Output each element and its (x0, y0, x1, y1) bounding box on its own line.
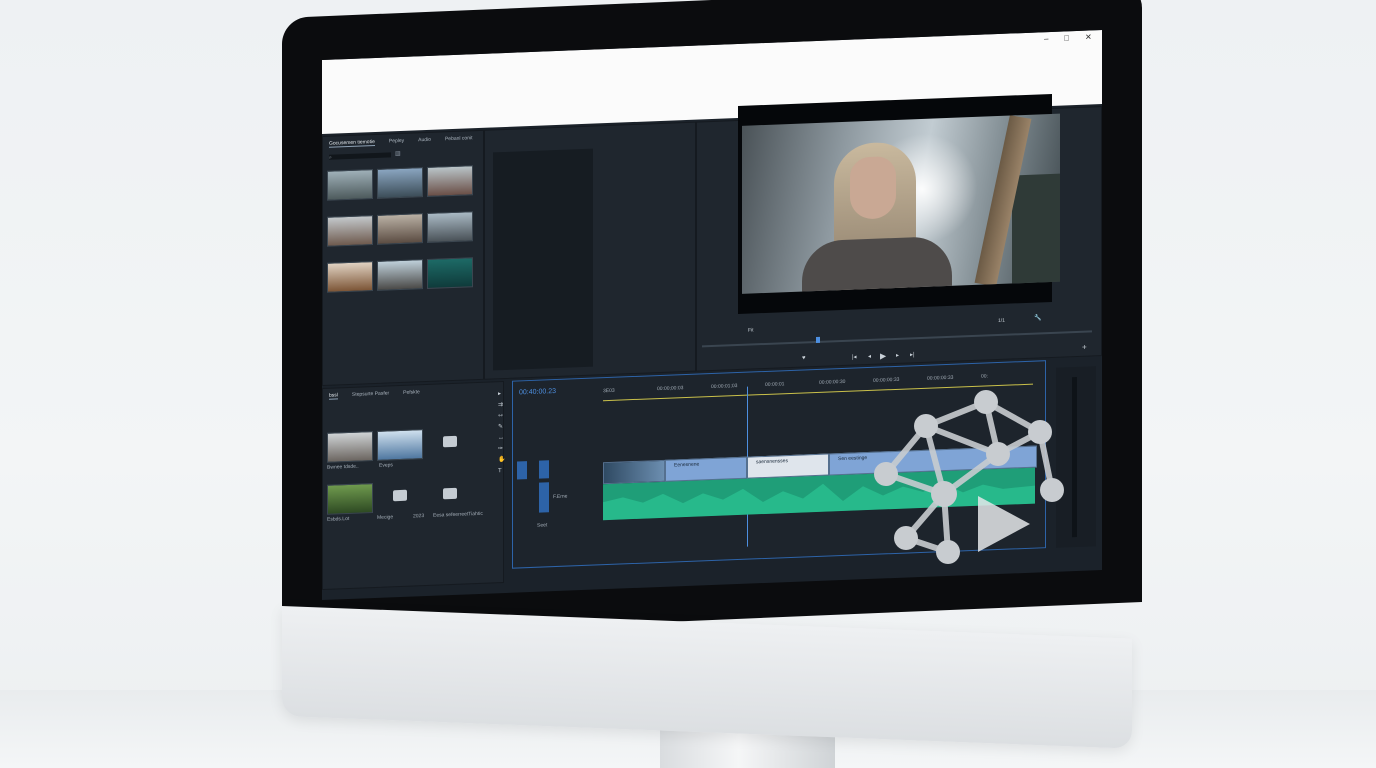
network-logo-icon (874, 390, 1064, 564)
media-thumbnail[interactable] (427, 257, 473, 289)
ruler-tick-label: 3E03 (603, 387, 615, 395)
track-select-icon[interactable]: ⇉ (498, 400, 508, 411)
clip-label: Eenesnene (674, 461, 700, 469)
zoom-select[interactable]: Fit (748, 327, 754, 333)
ruler-tick-label: 00:00:00:30 (819, 378, 846, 386)
media-thumbnail[interactable] (377, 167, 423, 199)
timecode-display[interactable]: 00:40:00.23 (519, 388, 556, 396)
search-input[interactable]: ⌕ (329, 152, 391, 161)
video-frame (742, 113, 1060, 294)
track-target-v1[interactable] (517, 461, 527, 480)
project-tabs: Gocusemen tiemotie Pepley Audio Pebanl c… (329, 135, 472, 148)
media-thumbnail[interactable] (427, 165, 473, 197)
media-label: 2023 (413, 513, 425, 520)
add-button[interactable]: + (1082, 343, 1087, 352)
razor-icon[interactable]: ✎ (498, 422, 508, 433)
wrench-icon[interactable]: 🔧 (1034, 314, 1041, 321)
selection-tool-icon[interactable]: ▸ (498, 389, 508, 400)
meter-channel (1072, 376, 1077, 538)
tools-panel: ▸ ⇉ ⇿ ✎ ↔ ✑ ✋ T (498, 389, 508, 489)
pen-icon[interactable]: ✑ (498, 444, 508, 455)
media-thumbnail[interactable] (327, 169, 373, 201)
media-thumbnail[interactable] (377, 429, 423, 461)
media-label: Eveps (379, 462, 393, 469)
media-thumbnail[interactable] (327, 261, 373, 293)
media-thumbnail[interactable] (327, 483, 373, 515)
folder-icon[interactable] (443, 487, 457, 500)
media-thumbnail[interactable] (377, 259, 423, 291)
media-label: Eesa sefeerreetTiahtic (433, 510, 483, 519)
tab-replay[interactable]: Pepley (389, 138, 404, 146)
media-label: Bwnee tdsde.. (327, 463, 359, 471)
ruler-tick-label: 00:00;00:03 (657, 385, 684, 393)
source-empty (493, 148, 593, 371)
folder-icon[interactable]: ▥ (395, 150, 401, 157)
project-panel: Gocusemen tiemotie Pepley Audio Pebanl c… (322, 129, 484, 386)
clip-label: Sen eestinge (838, 455, 868, 463)
folder-icon[interactable] (443, 435, 457, 448)
forward-icon[interactable]: ▸ (896, 352, 899, 359)
tab-audio[interactable]: Audio (418, 137, 431, 144)
tab-project[interactable]: Gocusemen tiemotie (329, 138, 375, 148)
close-icon[interactable]: ✕ (1085, 32, 1092, 41)
hand-icon[interactable]: ✋ (498, 455, 508, 466)
tab-panel[interactable]: Pebanl conit (445, 135, 473, 143)
video-clip[interactable]: saensnensses (747, 453, 829, 479)
maximize-icon[interactable]: □ (1064, 33, 1069, 42)
woman-face (850, 155, 896, 220)
media-label: Mecige (377, 514, 394, 521)
ruler-tick-label: 00:00:01;03 (711, 383, 738, 391)
media-thumbnail[interactable] (427, 211, 473, 243)
media-label: Esbds.Lot (327, 515, 350, 523)
step-back-icon[interactable]: |◂ (852, 353, 857, 360)
clip-label: saensnensses (756, 458, 788, 466)
playhead-marker[interactable] (816, 336, 820, 344)
bin-tabs: bssl Stepsurte Pasfer Pefskte (329, 389, 420, 400)
video-clip[interactable]: Eenesnene (665, 456, 747, 482)
play-icon[interactable]: ▶ (880, 351, 886, 360)
audio-track-name: F.Erne (553, 493, 568, 501)
track-target-v1-source[interactable] (539, 460, 549, 479)
minimize-icon[interactable]: – (1044, 34, 1048, 43)
marker-icon[interactable]: ♥ (802, 355, 806, 361)
resolution-select[interactable]: 1/1 (998, 318, 1005, 324)
media-thumbnail[interactable] (377, 213, 423, 245)
ruler-tick-label: 00:00:01 (765, 381, 785, 388)
step-forward-icon[interactable]: ▸| (910, 351, 915, 358)
tab-pefskte[interactable]: Pefskte (403, 389, 420, 397)
ruler-tick-label: 00:00:00:33 (873, 376, 900, 384)
track-target-a1[interactable] (539, 482, 549, 513)
ruler-tick-label: 00:00:00:33 (927, 374, 954, 382)
woman-sweater (802, 235, 952, 294)
ruler-tick-label: 00: (981, 373, 988, 380)
rewind-icon[interactable]: ◂ (868, 353, 871, 360)
slip-icon[interactable]: ↔ (498, 433, 508, 444)
program-viewer (738, 93, 1060, 315)
building (1012, 173, 1060, 286)
video-clip[interactable] (603, 459, 665, 485)
search-icon: ⌕ (329, 154, 332, 161)
track-footer-label: Seet (537, 522, 548, 529)
tab-bin[interactable]: bssl (329, 392, 338, 400)
source-panel (484, 121, 696, 380)
ripple-icon[interactable]: ⇿ (498, 411, 508, 422)
folder-icon[interactable] (393, 489, 407, 502)
text-tool-icon[interactable]: T (498, 466, 508, 477)
bin-panel: bssl Stepsurte Pasfer Pefskte Bwnee tdsd… (322, 381, 504, 590)
media-thumbnail[interactable] (327, 215, 373, 247)
media-thumbnail[interactable] (327, 431, 373, 463)
tab-stepsurte[interactable]: Stepsurte Pasfer (352, 390, 389, 398)
